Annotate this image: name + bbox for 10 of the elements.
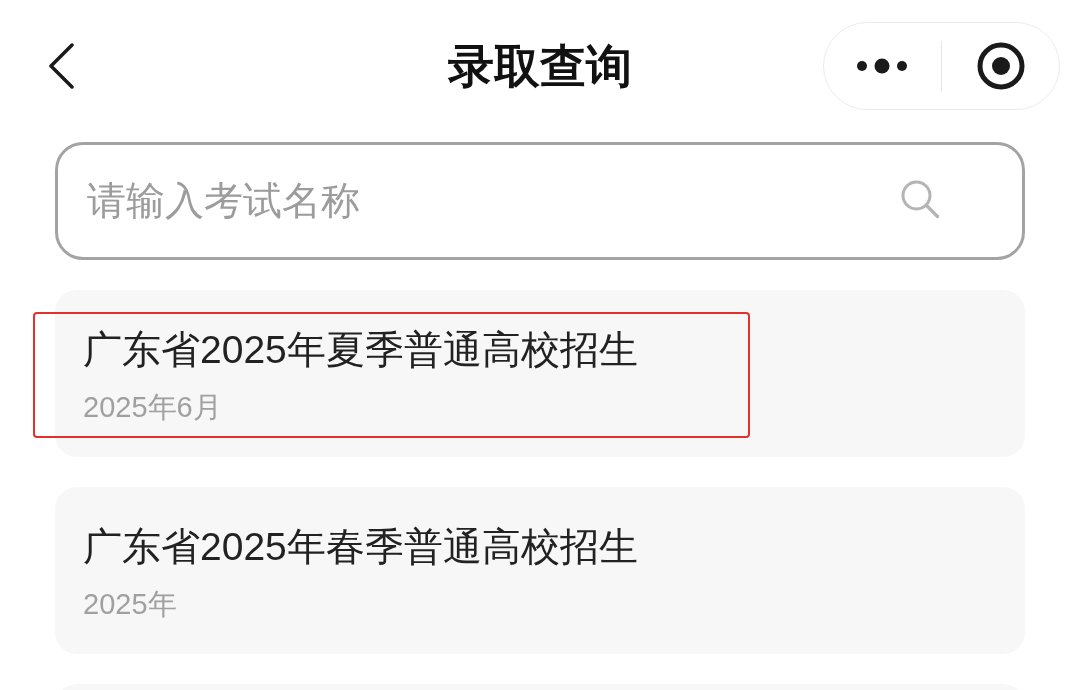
ring-dot-icon[interactable]: [976, 42, 1025, 90]
exam-date: 2025年: [83, 588, 178, 620]
more-icon[interactable]: [856, 58, 909, 74]
search-field[interactable]: 请输入考试名称: [55, 142, 1025, 260]
exam-title: 广东省2025年春季普通高校招生: [83, 525, 639, 569]
exam-title: 广东省2025年夏季普通高校招生: [83, 328, 639, 372]
exam-date: 2025年6月: [83, 391, 223, 423]
exam-card[interactable]: 广东省2025年春季普通高校招生 2025年: [55, 487, 1025, 654]
back-icon[interactable]: [47, 43, 75, 89]
page-title: 录取查询: [448, 39, 632, 94]
